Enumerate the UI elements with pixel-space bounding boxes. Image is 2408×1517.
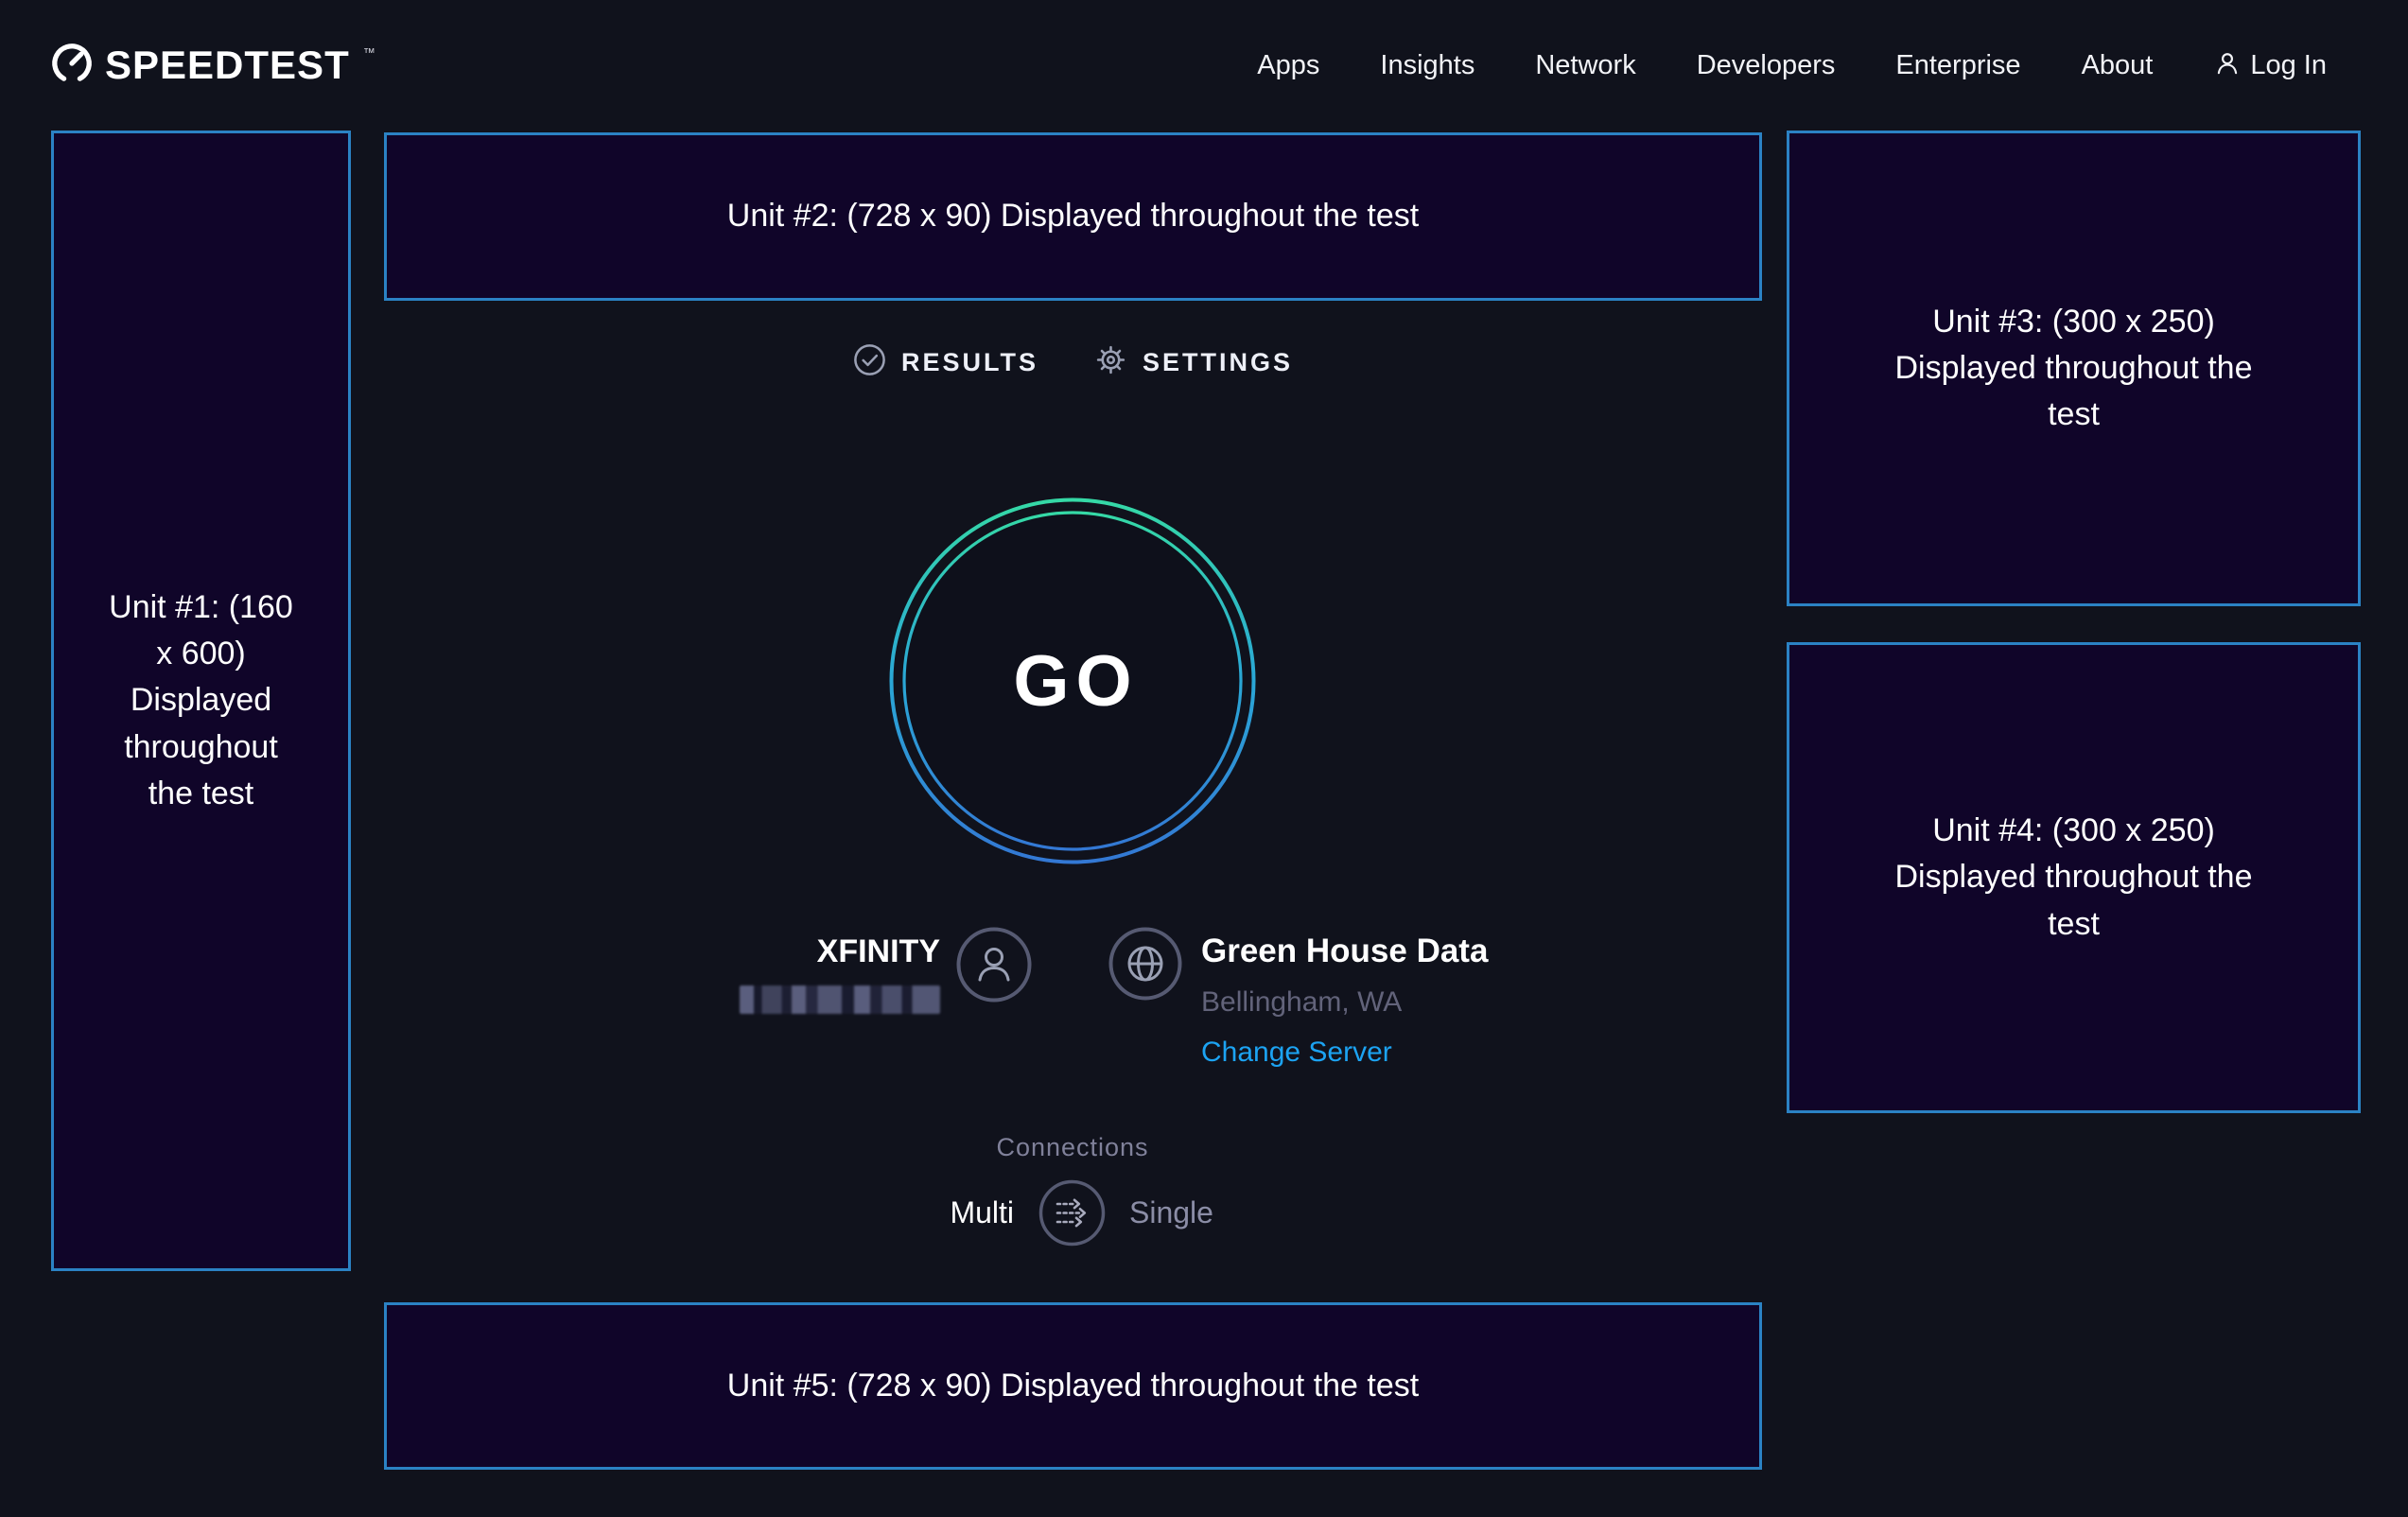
login-button[interactable]: Log In <box>2213 49 2327 82</box>
gear-icon <box>1093 342 1128 382</box>
view-tabs: RESULTS SETTINGS <box>852 342 1293 382</box>
ad-unit-3-text: Unit #3: (300 x 250) Displayed throughou… <box>1876 299 2273 439</box>
tab-settings-label: SETTINGS <box>1143 348 1293 377</box>
speedtest-logo[interactable]: SPEEDTEST ™ <box>50 42 374 90</box>
nav-item-insights[interactable]: Insights <box>1380 50 1474 81</box>
connections-option-single: Single <box>1129 1195 1213 1230</box>
nav-item-enterprise[interactable]: Enterprise <box>1895 50 2020 81</box>
person-circle-icon <box>956 927 1032 1007</box>
connections-option-multi: Multi <box>950 1195 1014 1230</box>
ad-unit-4-text: Unit #4: (300 x 250) Displayed throughou… <box>1876 808 2273 948</box>
speedtest-page: SPEEDTEST ™ Apps Insights Network Develo… <box>0 0 2408 1517</box>
isp-info: XFINITY <box>740 933 940 1014</box>
nav-item-network[interactable]: Network <box>1535 50 1635 81</box>
ad-unit-5: Unit #5: (728 x 90) Displayed throughout… <box>384 1302 1762 1470</box>
ad-unit-4: Unit #4: (300 x 250) Displayed throughou… <box>1787 642 2361 1113</box>
connections-label: Connections <box>996 1133 1148 1162</box>
tab-settings[interactable]: SETTINGS <box>1093 342 1293 382</box>
server-info: Green House Data Bellingham, WA Change S… <box>1201 933 1488 1069</box>
ad-unit-5-text: Unit #5: (728 x 90) Displayed throughout… <box>727 1363 1419 1409</box>
ad-unit-1-text: Unit #1: (160 x 600) Displayed throughou… <box>104 584 298 817</box>
ad-unit-2: Unit #2: (728 x 90) Displayed throughout… <box>384 132 1762 301</box>
trademark-mark: ™ <box>363 46 375 59</box>
server-location: Bellingham, WA <box>1201 986 1488 1019</box>
globe-icon <box>1108 927 1182 1005</box>
ad-unit-3: Unit #3: (300 x 250) Displayed throughou… <box>1787 131 2361 606</box>
isp-name: XFINITY <box>817 933 940 970</box>
server-name: Green House Data <box>1201 933 1488 970</box>
connections-toggle[interactable] <box>1038 1179 1106 1247</box>
person-icon <box>2213 49 2242 82</box>
nav-item-developers[interactable]: Developers <box>1697 50 1836 81</box>
tab-results-label: RESULTS <box>901 348 1038 377</box>
tab-results[interactable]: RESULTS <box>852 342 1038 382</box>
nav-item-about[interactable]: About <box>2082 50 2154 81</box>
multi-arrows-icon <box>1038 1179 1106 1247</box>
isp-detail-masked-text <box>740 985 940 1014</box>
go-button-label: GO <box>888 497 1257 865</box>
login-label: Log In <box>2250 50 2327 81</box>
brand-name: SPEEDTEST <box>105 43 350 88</box>
nav-item-apps[interactable]: Apps <box>1257 50 1319 81</box>
gauge-icon <box>50 42 94 90</box>
go-button[interactable]: GO <box>888 497 1257 865</box>
ad-unit-1: Unit #1: (160 x 600) Displayed throughou… <box>51 131 351 1271</box>
change-server-link[interactable]: Change Server <box>1201 1037 1488 1069</box>
ad-unit-2-text: Unit #2: (728 x 90) Displayed throughout… <box>727 193 1419 239</box>
top-navbar: SPEEDTEST ™ Apps Insights Network Develo… <box>0 0 2408 131</box>
nav-menu: Apps Insights Network Developers Enterpr… <box>1257 49 2327 82</box>
check-circle-icon <box>852 342 887 382</box>
